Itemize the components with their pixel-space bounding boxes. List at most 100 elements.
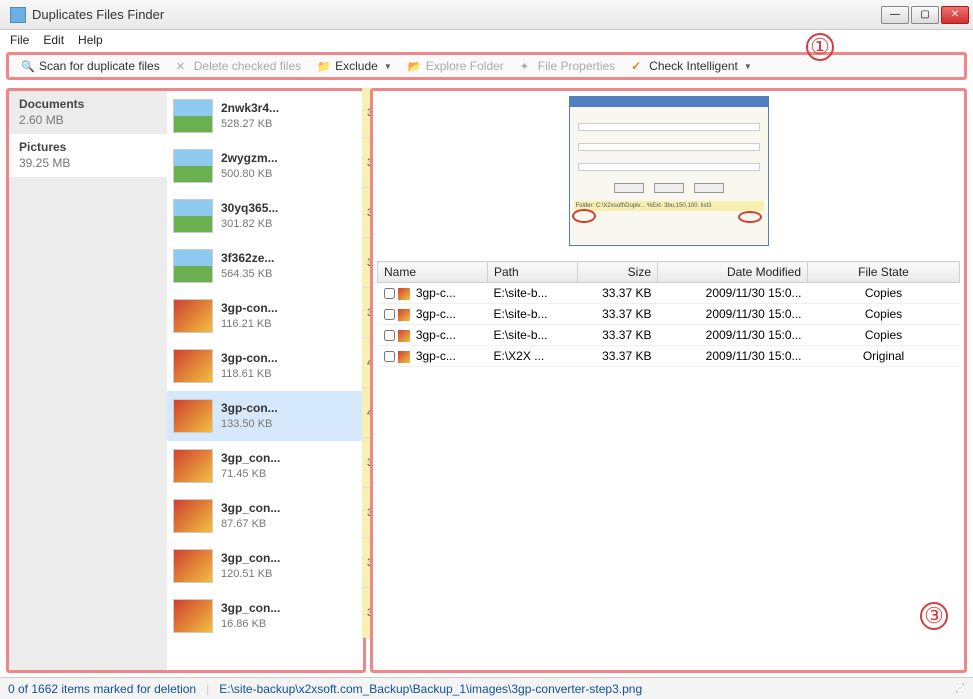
duplicates-grid: Name Path Size Date Modified File State …: [377, 261, 960, 666]
status-path: E:\site-backup\x2xsoft.com_Backup\Backup…: [219, 682, 642, 696]
folder-icon: [317, 59, 331, 73]
row-checkbox[interactable]: [384, 330, 395, 341]
thumbnail-size: 301.82 KB: [221, 217, 278, 231]
row-checkbox[interactable]: [384, 351, 395, 362]
minimize-button[interactable]: —: [881, 6, 909, 24]
table-row[interactable]: 3gp-c...E:\X2X ...33.37 KB2009/11/30 15:…: [378, 346, 960, 367]
table-row[interactable]: 3gp-c...E:\site-b...33.37 KB2009/11/30 1…: [378, 304, 960, 325]
explore-button: Explore Folder: [400, 57, 512, 75]
thumbnail-row[interactable]: 2wygzm...500.80 KB: [167, 141, 363, 191]
thumbnail-size: 528.27 KB: [221, 117, 279, 131]
thumbnail-name: 3gp_con...: [221, 551, 280, 567]
file-icon: [398, 351, 410, 363]
thumbnail-size: 500.80 KB: [221, 167, 278, 181]
app-icon: [10, 7, 26, 23]
thumbnail-size: 133.50 KB: [221, 417, 278, 431]
thumbnail-row[interactable]: 30yq365...301.82 KB: [167, 191, 363, 241]
left-panel: ② Documents 2.60 MB Pictures 39.25 MB 2n…: [6, 88, 366, 673]
check-icon: [631, 59, 645, 73]
thumbnail-row[interactable]: 3gp_con...87.67 KB: [167, 491, 363, 541]
thumbnail-icon: [173, 599, 213, 633]
delete-icon: [176, 59, 190, 73]
menu-file[interactable]: File: [10, 33, 29, 47]
thumbnail-name: 3gp_con...: [221, 451, 280, 467]
window-title: Duplicates Files Finder: [32, 7, 879, 22]
col-state[interactable]: File State: [808, 262, 960, 283]
close-button[interactable]: ✕: [941, 6, 969, 24]
check-intelligent-button[interactable]: Check Intelligent▼: [623, 57, 760, 75]
thumbnail-size: 564.35 KB: [221, 267, 274, 281]
col-date[interactable]: Date Modified: [658, 262, 808, 283]
thumbnail-icon: [173, 499, 213, 533]
thumbnail-row[interactable]: 3gp-con...133.50 KB: [167, 391, 363, 441]
delete-button: Delete checked files: [168, 57, 309, 75]
chevron-down-icon: ▼: [384, 62, 392, 71]
col-size[interactable]: Size: [578, 262, 658, 283]
row-checkbox[interactable]: [384, 309, 395, 320]
thumbnail-icon: [173, 399, 213, 433]
thumbnail-icon: [173, 449, 213, 483]
thumbnail-name: 2wygzm...: [221, 151, 278, 167]
maximize-button[interactable]: ▢: [911, 6, 939, 24]
file-icon: [398, 288, 410, 300]
menu-edit[interactable]: Edit: [43, 33, 64, 47]
thumbnail-name: 3gp_con...: [221, 501, 280, 517]
explore-icon: [408, 59, 422, 73]
folder-item[interactable]: Pictures 39.25 MB: [9, 134, 167, 177]
thumbnail-name: 2nwk3r4...: [221, 101, 279, 117]
thumbnail-row[interactable]: 3gp_con...71.45 KB: [167, 441, 363, 491]
status-bar: 0 of 1662 items marked for deletion | E:…: [0, 677, 973, 699]
thumbnail-name: 3gp-con...: [221, 401, 278, 417]
chevron-down-icon: ▼: [744, 62, 752, 71]
thumbnail-icon: [173, 299, 213, 333]
thumbnail-name: 3gp_con...: [221, 601, 280, 617]
table-row[interactable]: 3gp-c...E:\site-b...33.37 KB2009/11/30 1…: [378, 325, 960, 346]
thumbnail-row[interactable]: 3gp-con...116.21 KB: [167, 291, 363, 341]
thumbnail-row[interactable]: 2nwk3r4...528.27 KB: [167, 91, 363, 141]
thumbnail-size: 16.86 KB: [221, 617, 280, 631]
thumbnail-icon: [173, 199, 213, 233]
file-icon: [398, 309, 410, 321]
toolbar: ① Scan for duplicate files Delete checke…: [6, 52, 967, 80]
thumbnail-name: 3f362ze...: [221, 251, 274, 267]
row-checkbox[interactable]: [384, 288, 395, 299]
table-row[interactable]: 3gp-c...E:\site-b...33.37 KB2009/11/30 1…: [378, 283, 960, 304]
thumbnail-icon: [173, 99, 213, 133]
thumbnail-icon: [173, 149, 213, 183]
resize-grip[interactable]: ⋰: [955, 683, 965, 694]
properties-icon: [520, 59, 534, 73]
thumbnail-row[interactable]: 3f362ze...564.35 KB: [167, 241, 363, 291]
workspace: ② Documents 2.60 MB Pictures 39.25 MB 2n…: [0, 84, 973, 677]
file-icon: [398, 330, 410, 342]
thumbnail-size: 87.67 KB: [221, 517, 280, 531]
thumbnail-row[interactable]: 3gp-con...118.61 KB: [167, 341, 363, 391]
thumbnail-list[interactable]: 2nwk3r4...528.27 KB2wygzm...500.80 KB30y…: [167, 91, 363, 670]
col-path[interactable]: Path: [488, 262, 578, 283]
menu-help[interactable]: Help: [78, 33, 103, 47]
thumbnail-size: 71.45 KB: [221, 467, 280, 481]
thumbnail-icon: [173, 349, 213, 383]
thumbnail-name: 3gp-con...: [221, 301, 278, 317]
exclude-button[interactable]: Exclude▼: [309, 57, 400, 75]
thumbnail-icon: [173, 549, 213, 583]
annotation-1: ①: [806, 33, 834, 61]
thumbnail-size: 118.61 KB: [221, 367, 278, 381]
scan-button[interactable]: Scan for duplicate files: [13, 57, 168, 75]
preview-pane: Folder: C:\X2xsoft\Duplv... %Ext. 3bu,15…: [373, 91, 964, 251]
thumbnail-size: 116.21 KB: [221, 317, 278, 331]
preview-image: Folder: C:\X2xsoft\Duplv... %Ext. 3bu,15…: [569, 96, 769, 246]
thumbnail-row[interactable]: 3gp_con...16.86 KB: [167, 591, 363, 641]
search-icon: [21, 59, 35, 73]
thumbnail-name: 3gp-con...: [221, 351, 278, 367]
status-marked: 0 of 1662 items marked for deletion: [8, 682, 196, 696]
title-bar: Duplicates Files Finder — ▢ ✕: [0, 0, 973, 30]
properties-button: File Properties: [512, 57, 623, 75]
right-panel: ③ Folder: C:\X2xsoft\Duplv... %Ext. 3bu,…: [370, 88, 967, 673]
col-name[interactable]: Name: [378, 262, 488, 283]
thumbnail-row[interactable]: 3gp_con...120.51 KB: [167, 541, 363, 591]
thumbnail-size: 120.51 KB: [221, 567, 280, 581]
thumbnail-name: 30yq365...: [221, 201, 278, 217]
folder-item[interactable]: Documents 2.60 MB: [9, 91, 167, 134]
thumbnail-icon: [173, 249, 213, 283]
folder-list: Documents 2.60 MB Pictures 39.25 MB: [9, 91, 167, 670]
